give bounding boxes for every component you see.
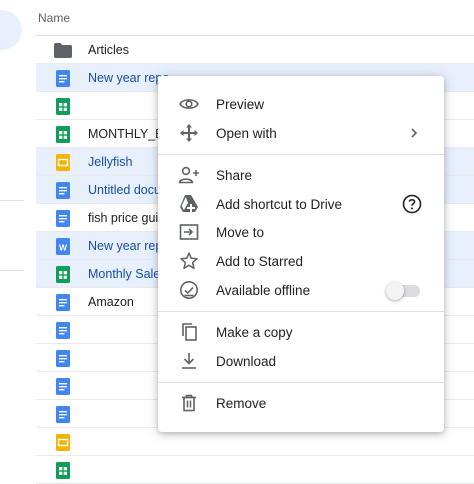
file-name: Amazon	[88, 295, 134, 309]
eye-icon	[178, 94, 200, 114]
menu-divider	[158, 382, 444, 383]
menu-item-add-starred[interactable]: Add to Starred	[158, 247, 444, 275]
file-name: Untitled docu	[88, 183, 161, 197]
slides-file-icon	[56, 154, 70, 171]
file-row[interactable]	[36, 456, 474, 484]
column-header[interactable]: Name	[36, 0, 474, 36]
menu-label-remove: Remove	[216, 396, 267, 411]
offline-toggle[interactable]	[386, 282, 420, 300]
file-name: Articles	[88, 43, 129, 57]
menu-item-preview[interactable]: Preview	[158, 90, 444, 118]
menu-item-open-with[interactable]: Open with	[158, 119, 444, 147]
menu-label-make-copy: Make a copy	[216, 325, 293, 340]
menu-item-download[interactable]: Download	[158, 347, 444, 375]
offline-check-icon	[178, 280, 200, 300]
chevron-right-icon	[406, 123, 422, 148]
context-menu: Preview Open with Share Add shortcut to …	[158, 76, 444, 432]
file-name: Jellyfish	[88, 155, 133, 169]
docs-file-icon	[56, 182, 70, 199]
menu-label-preview: Preview	[216, 97, 265, 112]
menu-item-available-offline[interactable]: Available offline	[158, 276, 444, 304]
name-column-label: Name	[38, 11, 71, 25]
menu-item-remove[interactable]: Remove	[158, 389, 444, 417]
help-icon[interactable]	[402, 194, 422, 219]
menu-item-share[interactable]: Share	[158, 161, 444, 189]
download-icon	[178, 351, 200, 371]
toggle-knob	[386, 282, 404, 300]
nav-divider	[0, 200, 24, 201]
sheets-file-icon	[56, 98, 70, 115]
menu-label-download: Download	[216, 354, 277, 369]
drive-shortcut-icon	[178, 194, 200, 214]
docs-file-icon	[56, 322, 70, 339]
docs-file-icon	[56, 210, 70, 227]
file-row[interactable]: Articles	[36, 36, 474, 64]
person-add-icon	[178, 165, 200, 185]
menu-label-add-starred: Add to Starred	[216, 254, 304, 269]
menu-label-add-shortcut: Add shortcut to Drive	[216, 197, 343, 212]
move-arrows-icon	[178, 123, 200, 143]
sheets-file-icon	[56, 126, 70, 143]
menu-item-add-shortcut[interactable]: Add shortcut to Drive	[158, 190, 444, 218]
nav-divider	[0, 270, 24, 271]
menu-item-move-to[interactable]: Move to	[158, 218, 444, 246]
folder-icon	[54, 42, 72, 59]
docs-file-icon	[56, 294, 70, 311]
file-name: Monthly Sales	[88, 267, 167, 281]
menu-item-make-copy[interactable]: Make a copy	[158, 318, 444, 346]
svg-text:W: W	[59, 243, 68, 253]
left-panel-edge	[0, 0, 24, 474]
sheets-file-icon	[56, 266, 70, 283]
menu-label-available-offline: Available offline	[216, 283, 311, 298]
word-file-icon: W	[56, 238, 70, 255]
sheets-file-icon	[56, 462, 70, 479]
trash-icon	[178, 393, 200, 413]
menu-label-open-with: Open with	[216, 126, 277, 141]
file-name: fish price guid	[88, 211, 166, 225]
menu-divider	[158, 154, 444, 155]
docs-file-icon	[56, 406, 70, 423]
slides-file-icon	[56, 434, 70, 451]
nav-highlight	[0, 10, 22, 50]
docs-file-icon	[56, 70, 70, 87]
docs-file-icon	[56, 378, 70, 395]
menu-label-move-to: Move to	[216, 225, 265, 240]
menu-divider	[158, 311, 444, 312]
menu-label-share: Share	[216, 168, 253, 183]
copy-icon	[178, 322, 200, 342]
docs-file-icon	[56, 350, 70, 367]
move-to-folder-icon	[178, 222, 200, 242]
file-row[interactable]	[36, 428, 474, 456]
star-icon	[178, 251, 200, 271]
